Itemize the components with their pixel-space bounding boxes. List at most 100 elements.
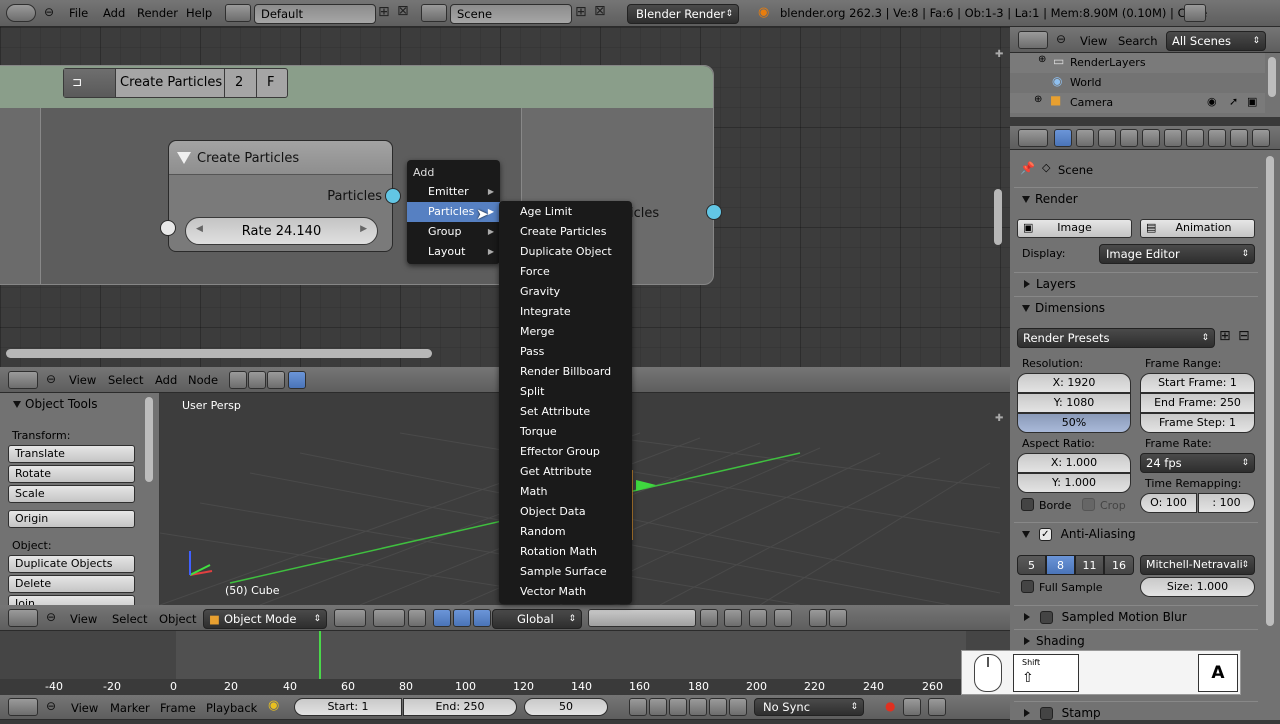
collapse-menu-icon[interactable]: ⊖ [46, 372, 56, 386]
keying-set-icon[interactable] [903, 698, 921, 716]
add-layout-icon[interactable]: ⊞ [378, 4, 390, 20]
pin-icon[interactable]: 📌 [1020, 161, 1035, 175]
duplicate-objects-button[interactable]: Duplicate Objects [8, 555, 135, 573]
rate-increase-icon[interactable]: ▶ [360, 224, 367, 234]
snap-element-icon[interactable] [774, 609, 792, 627]
viewport-shading-icon[interactable] [334, 609, 366, 627]
menu-file[interactable]: File [69, 6, 88, 20]
editor-type-icon[interactable] [8, 371, 38, 389]
outliner-row[interactable]: ◉ World [1010, 73, 1265, 93]
node-menu-add[interactable]: Add [155, 373, 177, 387]
node-menu-select[interactable]: Select [108, 373, 143, 387]
outliner-scrollbar[interactable] [1268, 57, 1276, 97]
scene-field[interactable]: Scene [450, 4, 572, 24]
render-tab-icon[interactable] [1054, 129, 1072, 147]
group-users-count[interactable]: 2 [235, 75, 243, 90]
add-menu-emitter[interactable]: Emitter ▶ [407, 182, 500, 202]
submenu-force[interactable]: Force [499, 262, 632, 282]
node-menu-view[interactable]: View [69, 373, 96, 387]
sync-select[interactable]: No Sync ⇕ [754, 698, 864, 716]
add-menu-layout[interactable]: Layout ▶ [407, 242, 500, 262]
time-remap-new[interactable]: : 100 [1198, 493, 1255, 513]
layer-lock-icon[interactable] [700, 609, 718, 627]
submenu-render-billboard[interactable]: Render Billboard [499, 362, 632, 382]
node-menu-node[interactable]: Node [188, 373, 218, 387]
resolution-percent-field[interactable]: 50% [1017, 413, 1131, 433]
render-engine-select[interactable]: Blender Render ⇕ [627, 4, 739, 24]
jump-start-icon[interactable] [629, 698, 647, 716]
translate-manip-icon[interactable] [433, 609, 451, 627]
submenu-random[interactable]: Random [499, 522, 632, 542]
particle-nodes-icon[interactable] [288, 371, 306, 389]
aa-filter-select[interactable]: Mitchell-Netravali ⇕ [1140, 555, 1255, 575]
viewport-editor-type-icon[interactable] [8, 609, 38, 627]
rate-field[interactable]: ◀ Rate 24.140 ▶ [185, 217, 378, 245]
time-remap-old[interactable]: O: 100 [1140, 493, 1197, 513]
render-panel-header[interactable]: Render [1014, 187, 1258, 209]
play-icon[interactable] [689, 698, 707, 716]
pivot-icon[interactable] [373, 609, 405, 627]
origin-button[interactable]: Origin [8, 510, 135, 528]
submenu-effector-group[interactable]: Effector Group [499, 442, 632, 462]
submenu-object-data[interactable]: Object Data [499, 502, 632, 522]
outliner-row[interactable]: ⊕ ▭ RenderLayers [1010, 53, 1265, 73]
current-frame-field[interactable]: 50 [524, 698, 608, 716]
group-output-socket[interactable] [706, 204, 722, 220]
info-editor-icon[interactable] [6, 4, 36, 22]
viewport-menu-object[interactable]: Object [159, 612, 196, 626]
start-frame-prop[interactable]: Start Frame: 1 [1140, 373, 1255, 393]
submenu-get-attribute[interactable]: Get Attribute [499, 462, 632, 482]
submenu-torque[interactable]: Torque [499, 422, 632, 442]
timeline-area[interactable]: -40 -20 0 20 40 60 80 100 120 140 160 18… [0, 631, 1010, 695]
node-h-scrollbar[interactable] [6, 349, 432, 358]
data-tab-icon[interactable] [1208, 129, 1226, 147]
area-split-icon[interactable]: ✚ [995, 49, 1003, 60]
outliner-row[interactable]: ⊕ ■ Camera ◉ ➚ ▣ [1010, 93, 1265, 113]
props-scrollbar[interactable] [1266, 156, 1274, 626]
submenu-set-attribute[interactable]: Set Attribute [499, 402, 632, 422]
orientation-select[interactable]: Global ⇕ [492, 609, 582, 629]
modifiers-tab-icon[interactable] [1186, 129, 1204, 147]
texture-nodes-icon[interactable] [248, 371, 266, 389]
submenu-vector-math[interactable]: Vector Math [499, 582, 632, 602]
viewport-menu-select[interactable]: Select [112, 612, 147, 626]
autokey-icon[interactable] [928, 698, 946, 716]
scale-button[interactable]: Scale [8, 485, 135, 503]
aa-size-field[interactable]: Size: 1.000 [1140, 577, 1255, 597]
submenu-create-particles[interactable]: Create Particles [499, 222, 632, 242]
resolution-x-field[interactable]: X: 1920 [1017, 373, 1131, 393]
proportional-edit-icon[interactable] [724, 609, 742, 627]
add-scene-icon[interactable]: ⊞ [575, 4, 587, 20]
prev-key-icon[interactable] [649, 698, 667, 716]
scene-tab-icon[interactable] [1098, 129, 1116, 147]
object-tab-icon[interactable] [1142, 129, 1160, 147]
motion-blur-panel-header[interactable]: Sampled Motion Blur [1014, 605, 1258, 627]
timeline-ruler[interactable]: -40 -20 0 20 40 60 80 100 120 140 160 18… [0, 679, 1010, 695]
display-select[interactable]: Image Editor ⇕ [1099, 244, 1255, 264]
frame-step-prop[interactable]: Frame Step: 1 [1140, 413, 1255, 433]
rotate-manip-icon[interactable] [453, 609, 471, 627]
group-name[interactable]: Create Particles [120, 75, 222, 90]
viewport-collapse-icon[interactable]: ⊖ [46, 610, 56, 624]
node-v-scrollbar[interactable] [994, 189, 1002, 245]
submenu-integrate[interactable]: Integrate [499, 302, 632, 322]
visibility-eye-icon[interactable]: ◉ [1207, 95, 1217, 108]
render-animation-button[interactable]: ▤ Animation [1140, 219, 1255, 238]
end-frame-field[interactable]: End: 250 [403, 698, 517, 716]
timeline-menu-playback[interactable]: Playback [206, 701, 257, 715]
outliner-menu-search[interactable]: Search [1118, 34, 1158, 48]
play-reverse-icon[interactable] [669, 698, 687, 716]
menu-render[interactable]: Render [137, 6, 178, 20]
constraints-tab-icon[interactable] [1164, 129, 1182, 147]
delete-layout-icon[interactable]: ⊠ [397, 3, 409, 19]
screen-layout-icon[interactable] [225, 4, 251, 22]
join-button[interactable]: Join [8, 595, 135, 605]
screen-layout-field[interactable]: Default [254, 4, 376, 24]
layers-panel-header[interactable]: Layers [1014, 272, 1258, 294]
outliner-menu-view[interactable]: View [1080, 34, 1107, 48]
menu-add[interactable]: Add [103, 6, 125, 20]
stamp-checkbox[interactable] [1039, 707, 1053, 720]
aa-sample-8[interactable]: 8 [1046, 555, 1075, 575]
outliner-editor-type-icon[interactable] [1018, 31, 1048, 49]
rotate-button[interactable]: Rotate [8, 465, 135, 483]
